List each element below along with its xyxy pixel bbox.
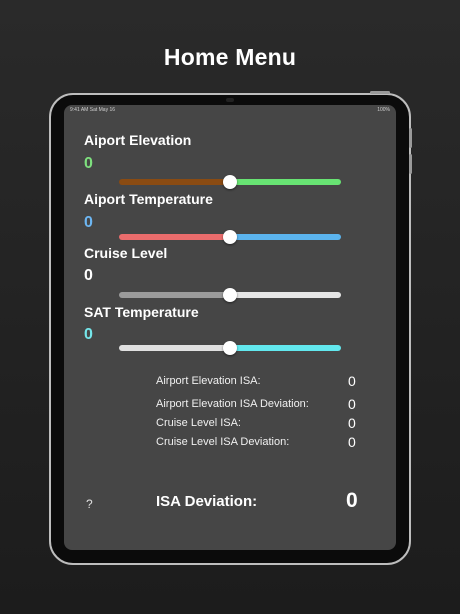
slider-track-max — [230, 179, 341, 185]
slider-track-min — [119, 234, 230, 240]
top-button — [370, 91, 390, 94]
sat-temperature-label: SAT Temperature — [84, 304, 199, 320]
camera — [226, 98, 234, 102]
airport-elevation-label: Aiport Elevation — [84, 132, 192, 148]
cruise-level-isa-deviation-label: Cruise Level ISA Deviation: — [156, 436, 290, 448]
airport-elevation-slider[interactable] — [119, 175, 341, 189]
isa-deviation-value: 0 — [346, 489, 358, 512]
cruise-level-isa-deviation-value: 0 — [348, 434, 356, 450]
airport-elevation-isa-label: Airport Elevation ISA: — [156, 375, 261, 387]
slider-track-min — [119, 345, 230, 351]
volume-down-button — [409, 154, 412, 174]
sat-temperature-slider[interactable] — [119, 341, 341, 355]
page-title: Home Menu — [163, 44, 297, 70]
cruise-level-label: Cruise Level — [84, 245, 168, 261]
slider-track-min — [119, 179, 230, 185]
airport-temperature-label: Aiport Temperature — [84, 191, 213, 207]
airport-elevation-value: 0 — [84, 155, 93, 172]
cruise-level-isa-label: Cruise Level ISA: — [156, 417, 241, 429]
volume-up-button — [409, 128, 412, 148]
airport-temperature-value: 0 — [84, 214, 93, 231]
slider-track-max — [230, 292, 341, 298]
sat-temperature-value: 0 — [84, 326, 93, 343]
airport-elevation-isa-deviation-label: Airport Elevation ISA Deviation: — [156, 398, 309, 410]
app-screen: 9:41 AM Sat May 16 100% Aiport Elevation… — [64, 105, 396, 550]
isa-deviation-label: ISA Deviation: — [156, 493, 258, 510]
airport-temperature-slider[interactable] — [119, 230, 341, 244]
airport-elevation-isa-deviation-value: 0 — [348, 396, 356, 412]
slider-thumb[interactable] — [223, 175, 237, 189]
slider-track-max — [230, 234, 341, 240]
status-time: 9:41 AM Sat May 16 — [70, 107, 116, 113]
slider-track-max — [230, 345, 341, 351]
slider-track-min — [119, 292, 230, 298]
battery-indicator: 100% — [377, 107, 390, 113]
slider-thumb[interactable] — [223, 230, 237, 244]
cruise-level-value: 0 — [84, 267, 93, 284]
slider-thumb[interactable] — [223, 341, 237, 355]
airport-elevation-isa-value: 0 — [348, 373, 356, 389]
cruise-level-isa-value: 0 — [348, 415, 356, 431]
cruise-level-slider[interactable] — [119, 288, 341, 302]
status-bar: 9:41 AM Sat May 16 100% — [64, 105, 396, 115]
slider-thumb[interactable] — [223, 288, 237, 302]
help-button[interactable]: ? — [86, 497, 93, 511]
